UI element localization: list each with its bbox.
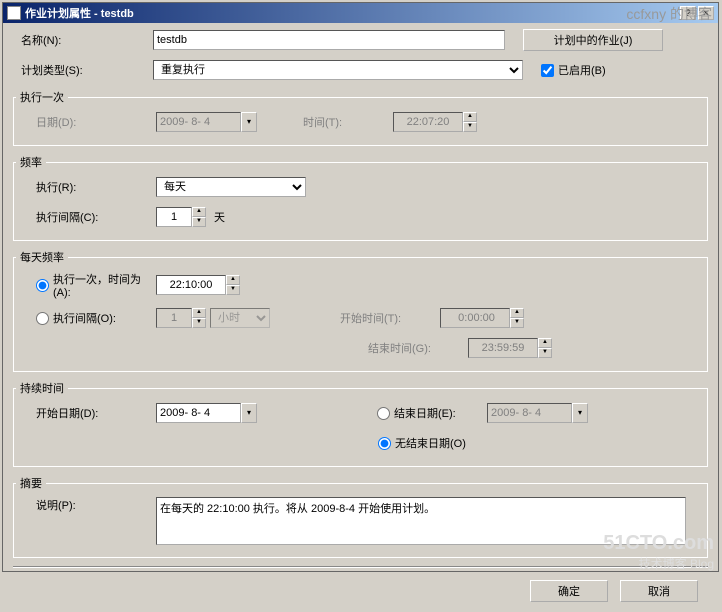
- days-suffix: 天: [214, 209, 225, 225]
- recurs-every-label: 执行间隔(C):: [16, 209, 156, 225]
- no-end-date-radio-wrap[interactable]: 无结束日期(O): [378, 435, 466, 451]
- spin-up-icon: ▲: [463, 112, 477, 122]
- end-date-dropdown-icon: ▾: [572, 403, 588, 423]
- once-time-field: ▲▼: [393, 112, 477, 132]
- enabled-checkbox-wrap[interactable]: 已启用(B): [541, 62, 606, 78]
- once-date-field: ▾: [156, 112, 257, 132]
- occurs-once-radio-wrap[interactable]: 执行一次，时间为(A):: [16, 271, 156, 299]
- once-date-dropdown-icon: ▾: [241, 112, 257, 132]
- end-date-radio-wrap[interactable]: 结束日期(E):: [377, 405, 487, 421]
- name-input[interactable]: [153, 30, 505, 50]
- frequency-group: 频率 执行(R): 每天 执行间隔(C): ▲▼ 天: [13, 154, 708, 241]
- no-end-date-radio[interactable]: [378, 437, 391, 450]
- once-date-label: 日期(D):: [16, 114, 156, 130]
- duration-group: 持续时间 开始日期(D): ▾ 结束日期(E): ▾: [13, 380, 708, 467]
- spin-up-icon[interactable]: ▲: [192, 207, 206, 217]
- end-time-input: [468, 338, 538, 358]
- once-time-label: 时间(T):: [303, 114, 393, 130]
- schedule-type-select[interactable]: 重复执行: [153, 60, 523, 80]
- cancel-button[interactable]: 取消: [620, 580, 698, 602]
- no-end-date-label: 无结束日期(O): [395, 435, 466, 451]
- window-icon: ▦: [7, 6, 21, 20]
- start-time-label: 开始时间(T):: [340, 310, 440, 326]
- summary-group: 摘要 说明(P): 在每天的 22:10:00 执行。将从 2009-8-4 开…: [13, 475, 708, 558]
- spin-down-icon: ▼: [538, 348, 552, 358]
- frequency-legend: 频率: [16, 154, 46, 170]
- footer-buttons: 确定 取消: [13, 576, 708, 606]
- occurs-every-label: 执行间隔(O):: [53, 310, 116, 326]
- occurs-select[interactable]: 每天: [156, 177, 306, 197]
- occurs-every-radio[interactable]: [36, 312, 49, 325]
- spin-up-icon: ▲: [192, 308, 206, 318]
- spin-up-icon[interactable]: ▲: [226, 275, 240, 285]
- start-date-dropdown-icon[interactable]: ▾: [241, 403, 257, 423]
- name-label: 名称(N):: [13, 32, 153, 48]
- dialog-window: ▦ 作业计划属性 - testdb ? ✕ 名称(N): 计划中的作业(J) 计…: [2, 2, 719, 572]
- separator: [13, 566, 708, 568]
- end-time-spinner: ▲▼: [468, 338, 552, 358]
- end-time-label: 结束时间(G):: [368, 340, 468, 356]
- spin-down-icon[interactable]: ▼: [192, 217, 206, 227]
- occurs-every-spinner: ▲▼: [156, 308, 206, 328]
- occurs-once-label: 执行一次，时间为(A):: [53, 271, 156, 299]
- close-button[interactable]: ✕: [698, 6, 714, 20]
- end-date-label: 结束日期(E):: [394, 405, 456, 421]
- daily-frequency-legend: 每天频率: [16, 249, 68, 265]
- run-once-group: 执行一次 日期(D): ▾ 时间(T): ▲▼: [13, 89, 708, 146]
- occurs-once-radio[interactable]: [36, 279, 49, 292]
- enabled-label: 已启用(B): [558, 62, 606, 78]
- schedule-type-label: 计划类型(S):: [13, 62, 153, 78]
- start-time-input: [440, 308, 510, 328]
- occurs-every-input: [156, 308, 192, 328]
- spin-up-icon: ▲: [510, 308, 524, 318]
- end-date-field: ▾: [487, 403, 588, 423]
- duration-legend: 持续时间: [16, 380, 68, 396]
- description-textarea: 在每天的 22:10:00 执行。将从 2009-8-4 开始使用计划。: [156, 497, 686, 545]
- start-time-spinner: ▲▼: [440, 308, 524, 328]
- ok-button[interactable]: 确定: [530, 580, 608, 602]
- spin-down-icon: ▼: [510, 318, 524, 328]
- spin-down-icon: ▼: [463, 122, 477, 132]
- spin-down-icon[interactable]: ▼: [226, 285, 240, 295]
- once-date-input: [156, 112, 241, 132]
- description-label: 说明(P):: [16, 497, 156, 513]
- jobs-in-schedule-button[interactable]: 计划中的作业(J): [523, 29, 663, 51]
- occurs-once-time-input[interactable]: [156, 275, 226, 295]
- occurs-label: 执行(R):: [16, 179, 156, 195]
- once-time-input: [393, 112, 463, 132]
- window-title: 作业计划属性 - testdb: [25, 5, 680, 21]
- occurs-every-radio-wrap[interactable]: 执行间隔(O):: [16, 310, 156, 326]
- occurs-once-time-spinner[interactable]: ▲▼: [156, 275, 240, 295]
- end-date-input: [487, 403, 572, 423]
- spin-up-icon: ▲: [538, 338, 552, 348]
- spin-down-icon: ▼: [192, 318, 206, 328]
- occurs-every-unit-select: 小时: [210, 308, 270, 328]
- dialog-content: 名称(N): 计划中的作业(J) 计划类型(S): 重复执行 已启用(B) 执行…: [3, 23, 718, 612]
- help-button[interactable]: ?: [680, 6, 696, 20]
- recurs-every-input[interactable]: [156, 207, 192, 227]
- daily-frequency-group: 每天频率 执行一次，时间为(A): ▲▼ 执行间隔(O): ▲▼: [13, 249, 708, 372]
- window-controls: ? ✕: [680, 6, 714, 20]
- start-date-label: 开始日期(D):: [16, 405, 156, 421]
- run-once-legend: 执行一次: [16, 89, 68, 105]
- start-date-field[interactable]: ▾: [156, 403, 257, 423]
- start-date-input[interactable]: [156, 403, 241, 423]
- titlebar: ▦ 作业计划属性 - testdb ? ✕: [3, 3, 718, 23]
- enabled-checkbox[interactable]: [541, 64, 554, 77]
- recurs-every-spinner[interactable]: ▲▼: [156, 207, 206, 227]
- end-date-radio[interactable]: [377, 407, 390, 420]
- summary-legend: 摘要: [16, 475, 46, 491]
